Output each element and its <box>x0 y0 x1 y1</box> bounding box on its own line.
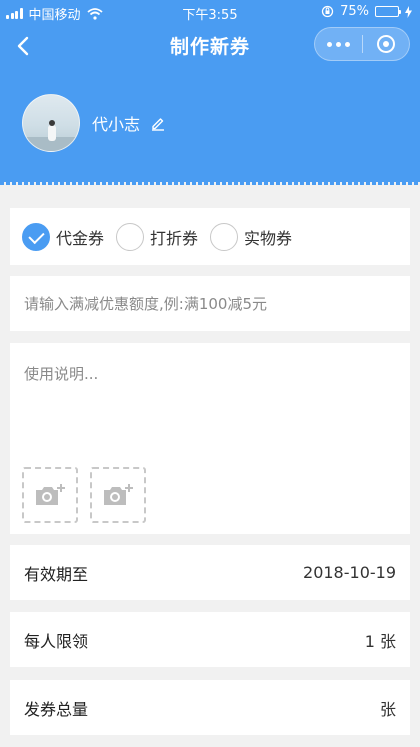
user-name: 代小志 <box>92 115 141 134</box>
coupon-type-selector: 代金券 打折券 实物券 <box>10 208 410 265</box>
charging-icon <box>405 5 412 18</box>
camera-add-icon <box>104 484 133 505</box>
target-close-icon <box>376 35 395 53</box>
limit-per-person-label: 每人限领 <box>24 631 89 651</box>
header: 中国移动 下午3:55 75% 制作新券 代小志 <box>0 0 420 185</box>
more-button[interactable] <box>315 28 362 60</box>
total-quantity-label: 发券总量 <box>24 699 89 719</box>
coupon-type-physical[interactable]: 实物券 <box>210 222 293 251</box>
battery-icon <box>375 6 401 17</box>
discount-amount-field <box>10 276 410 331</box>
profile: 代小志 <box>22 94 166 152</box>
coupon-type-label: 代金券 <box>56 228 105 248</box>
valid-until-row[interactable]: 有效期至 2018-10-19 <box>10 545 410 600</box>
battery-percent: 75% <box>340 4 369 19</box>
coupon-type-label: 实物券 <box>244 228 293 248</box>
orientation-lock-icon <box>321 5 334 18</box>
radio-unchecked-icon[interactable] <box>116 222 145 251</box>
total-quantity-row[interactable]: 发券总量 张 <box>10 680 410 735</box>
more-dots-icon <box>326 41 350 47</box>
description-card <box>10 343 410 534</box>
nav-bar: 制作新券 <box>0 24 420 68</box>
total-quantity-value[interactable]: 张 <box>380 696 396 720</box>
valid-until-value[interactable]: 2018-10-19 <box>303 563 396 582</box>
camera-add-icon <box>36 484 65 505</box>
radio-checked-icon[interactable] <box>22 222 50 251</box>
limit-per-person-value[interactable]: 1 张 <box>365 628 396 652</box>
coupon-type-discount[interactable]: 打折券 <box>116 222 199 251</box>
coupon-type-label: 打折券 <box>150 228 199 248</box>
limit-per-person-row[interactable]: 每人限领 1 张 <box>10 612 410 667</box>
status-bar: 中国移动 下午3:55 75% <box>0 0 420 24</box>
mini-program-capsule <box>314 27 410 61</box>
add-photo-button[interactable] <box>90 467 146 523</box>
discount-amount-input[interactable] <box>24 294 394 313</box>
radio-unchecked-icon[interactable] <box>210 222 239 251</box>
usage-description-input[interactable] <box>24 363 394 453</box>
add-photo-button[interactable] <box>22 467 78 523</box>
valid-until-label: 有效期至 <box>24 564 89 584</box>
coupon-type-cash[interactable]: 代金券 <box>22 222 105 251</box>
avatar <box>22 94 80 152</box>
close-mini-program-button[interactable] <box>363 28 410 60</box>
edit-pencil-icon[interactable] <box>150 115 166 131</box>
